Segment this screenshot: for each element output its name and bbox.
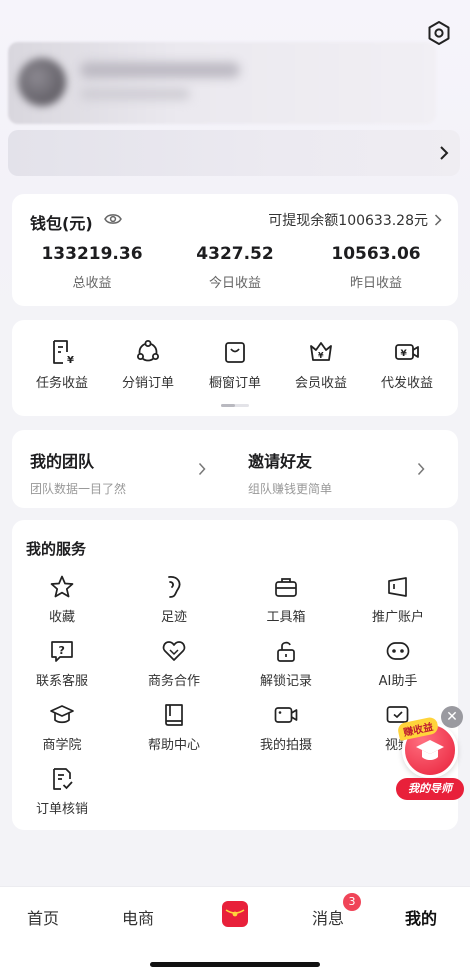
my-team-subtitle: 团队数据一目了然 <box>30 482 127 496</box>
chevron-right-icon <box>440 146 449 160</box>
order-verify-icon <box>53 768 73 790</box>
ai-face-icon <box>386 642 410 660</box>
stat-yesterday-income[interactable]: 10563.06 昨日收益 <box>306 244 446 291</box>
service-label: 订单核销 <box>35 802 88 817</box>
order-label: 代发收益 <box>380 376 433 391</box>
service-label: 解锁记录 <box>259 674 312 689</box>
services-card: 我的服务 收藏 足迹 工具箱 推广账户 ? 联系客服 商务合作 解锁记录 AI助… <box>12 520 458 830</box>
graduation-cap-icon <box>50 705 74 724</box>
service-business-school[interactable]: 商学院 <box>12 702 112 753</box>
service-customer-support[interactable]: ? 联系客服 <box>12 638 112 689</box>
service-label: 推广账户 <box>371 610 424 625</box>
nav-home[interactable]: 首页 <box>27 905 59 929</box>
stat-value: 4327.52 <box>196 244 274 264</box>
showcase-bag-icon <box>225 342 245 363</box>
service-footprint[interactable]: 足迹 <box>124 574 224 625</box>
red-envelope-icon[interactable] <box>222 901 248 927</box>
page-indicator <box>221 404 249 407</box>
order-task-income[interactable]: ¥ 任务收益 <box>20 338 104 391</box>
team-card: 我的团队 团队数据一目了然 邀请好友 组队赚钱更简单 <box>12 430 458 508</box>
profile-info-blurred <box>80 88 190 100</box>
my-team-title: 我的团队 <box>30 452 95 471</box>
service-my-shooting[interactable]: 我的拍摄 <box>236 702 336 753</box>
star-icon <box>50 575 74 598</box>
service-label: 帮助中心 <box>147 738 200 753</box>
order-label: 任务收益 <box>35 376 88 391</box>
invite-subtitle: 组队赚钱更简单 <box>248 482 333 496</box>
stat-total-income[interactable]: 133219.36 总收益 <box>22 244 162 291</box>
service-order-verify[interactable]: 订单核销 <box>12 766 112 817</box>
service-label: 工具箱 <box>266 610 306 625</box>
profile-header-blurred[interactable] <box>8 42 436 124</box>
svg-text:¥: ¥ <box>401 349 408 359</box>
chevron-right-icon <box>434 214 442 226</box>
service-label: 商学院 <box>42 738 82 753</box>
service-help-center[interactable]: 帮助中心 <box>124 702 224 753</box>
stat-label: 昨日收益 <box>349 276 402 291</box>
footprint-icon <box>168 576 181 598</box>
services-title: 我的服务 <box>26 540 87 558</box>
stat-today-income[interactable]: 4327.52 今日收益 <box>165 244 305 291</box>
order-showcase[interactable]: 橱窗订单 <box>193 338 277 391</box>
handshake-heart-icon <box>162 641 186 661</box>
service-unlock-records[interactable]: 解锁记录 <box>236 638 336 689</box>
promo-account-icon <box>388 577 407 597</box>
nav-ecommerce[interactable]: 电商 <box>122 905 154 929</box>
bottom-nav: 首页 电商 消息 我的 <box>0 886 470 970</box>
stat-label: 今日收益 <box>208 276 261 291</box>
stat-value: 133219.36 <box>41 244 143 264</box>
service-label: 足迹 <box>160 610 187 625</box>
avatar[interactable] <box>18 58 66 106</box>
invite-friends-link[interactable]: 邀请好友 组队赚钱更简单 <box>248 448 332 497</box>
chevron-right-icon <box>417 462 425 476</box>
order-distribution[interactable]: 分销订单 <box>106 338 190 391</box>
help-chat-icon: ? <box>51 641 73 662</box>
wallet-title: 钱包(元) <box>30 214 93 233</box>
service-favorites[interactable]: 收藏 <box>12 574 112 625</box>
messages-badge: 3 <box>343 893 361 911</box>
chevron-right-icon <box>198 462 206 476</box>
service-label: 我的拍摄 <box>259 738 312 753</box>
profile-banner-blurred[interactable] <box>8 130 460 176</box>
svg-text:¥: ¥ <box>318 351 324 360</box>
eye-icon[interactable] <box>104 212 122 226</box>
service-label: 联系客服 <box>35 674 88 689</box>
nav-mine[interactable]: 我的 <box>405 905 437 929</box>
mentor-label: 我的导师 <box>396 778 464 800</box>
unlock-icon <box>277 641 295 662</box>
profile-name-blurred <box>80 62 240 78</box>
order-label: 橱窗订单 <box>208 376 261 391</box>
order-member[interactable]: ¥ 会员收益 <box>279 338 363 391</box>
service-ai-assistant[interactable]: AI助手 <box>348 638 448 689</box>
order-dropship[interactable]: ¥ 代发收益 <box>365 338 449 391</box>
svg-text:?: ? <box>59 644 65 657</box>
service-label: 商务合作 <box>147 674 200 689</box>
book-icon <box>165 704 183 726</box>
camera-icon <box>274 707 298 723</box>
nav-messages[interactable]: 消息 <box>312 905 344 929</box>
service-label: 收藏 <box>48 610 75 625</box>
withdrawable-balance-link[interactable]: 可提现余额100633.28元 <box>268 210 442 230</box>
task-income-icon: ¥ <box>53 340 74 366</box>
toolbox-icon <box>275 578 297 597</box>
service-promo-account[interactable]: 推广账户 <box>348 574 448 625</box>
my-team-link[interactable]: 我的团队 团队数据一目了然 <box>30 448 126 497</box>
wallet-card: 钱包(元) 可提现余额100633.28元 133219.36 总收益 4327… <box>12 194 458 306</box>
member-crown-icon: ¥ <box>310 342 332 361</box>
service-label: AI助手 <box>378 674 418 689</box>
mentor-float-button[interactable]: 赚收益 我的导师 <box>396 716 464 804</box>
svg-text:¥: ¥ <box>67 355 74 366</box>
order-label: 会员收益 <box>294 376 347 391</box>
order-label: 分销订单 <box>121 376 174 391</box>
invite-title: 邀请好友 <box>248 452 313 471</box>
distribution-icon <box>137 340 159 362</box>
stat-label: 总收益 <box>72 276 112 291</box>
service-business[interactable]: 商务合作 <box>124 638 224 689</box>
video-money-icon: ¥ <box>395 344 419 360</box>
service-toolbox[interactable]: 工具箱 <box>236 574 336 625</box>
stat-value: 10563.06 <box>331 244 421 264</box>
home-indicator <box>150 962 320 967</box>
orders-card: ¥ 任务收益 分销订单 橱窗订单 ¥ 会员收益 ¥ 代发收益 <box>12 320 458 416</box>
withdrawable-balance: 可提现余额100633.28元 <box>268 213 428 229</box>
